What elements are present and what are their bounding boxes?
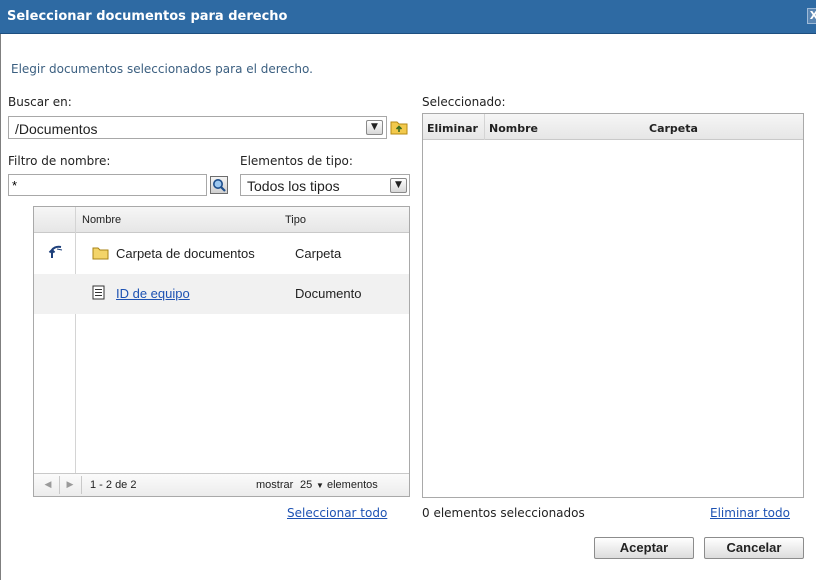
previous-page-icon[interactable]: ◀	[41, 478, 55, 492]
pager-range: 1 - 2 de 2	[90, 479, 137, 491]
page-size-value[interactable]: 25	[300, 479, 312, 491]
chevron-down-icon[interactable]: ▼	[390, 178, 407, 193]
row-type: Documento	[295, 286, 362, 301]
document-browser-grid: Nombre Tipo Carpeta de documentos Carpet…	[33, 206, 410, 497]
row-name[interactable]: Carpeta de documentos	[116, 246, 255, 261]
dialog-title-bar: Seleccionar documentos para derecho X	[0, 0, 816, 34]
select-all-link[interactable]: Seleccionar todo	[287, 506, 387, 520]
selected-grid-header: Eliminar Nombre Carpeta	[423, 114, 803, 140]
pager-items-label: elementos	[327, 479, 378, 491]
search-icon[interactable]	[210, 176, 228, 194]
column-header-name[interactable]: Nombre	[82, 214, 121, 226]
selected-items-grid: Eliminar Nombre Carpeta	[422, 113, 804, 498]
row-name-link[interactable]: ID de equipo	[116, 286, 190, 301]
selected-count-text: 0 elementos seleccionados	[422, 506, 585, 520]
column-header-remove[interactable]: Eliminar	[427, 122, 478, 135]
type-filter-select[interactable]: Todos los tipos ▼	[240, 174, 410, 196]
ok-button[interactable]: Aceptar	[594, 537, 694, 559]
row-type: Carpeta	[295, 246, 342, 261]
magnifier-icon	[213, 179, 226, 192]
search-in-value: /Documentos	[15, 121, 98, 137]
dialog-title: Seleccionar documentos para derecho	[7, 9, 288, 24]
close-icon[interactable]: X	[807, 8, 816, 24]
grid-header: Nombre Tipo	[34, 207, 409, 233]
search-in-select[interactable]: /Documentos ▼	[8, 116, 387, 139]
table-row[interactable]: Carpeta de documentos Carpeta	[34, 234, 409, 274]
dialog-intro-text: Elegir documentos seleccionados para el …	[11, 62, 313, 76]
name-filter-input[interactable]	[9, 175, 199, 195]
type-filter-value: Todos los tipos	[247, 178, 340, 194]
next-page-icon[interactable]: ▶	[63, 478, 77, 492]
search-in-label: Buscar en:	[8, 95, 72, 109]
column-header-folder[interactable]: Carpeta	[649, 122, 698, 135]
chevron-down-icon[interactable]: ▼	[316, 481, 324, 490]
folder-icon	[92, 247, 109, 260]
go-up-arrow-icon[interactable]	[48, 244, 64, 260]
folder-up-icon[interactable]	[390, 119, 408, 135]
column-header-type[interactable]: Tipo	[285, 214, 306, 226]
pager-divider	[59, 476, 60, 494]
remove-all-link[interactable]: Eliminar todo	[710, 506, 790, 520]
pager-divider	[81, 476, 82, 494]
grid-pager: ◀ ▶ 1 - 2 de 2 mostrar 25 ▼ elementos	[34, 473, 409, 496]
cancel-button[interactable]: Cancelar	[704, 537, 804, 559]
dialog-left-border	[0, 34, 1, 580]
name-filter-field[interactable]	[8, 174, 207, 196]
type-filter-label: Elementos de tipo:	[240, 154, 353, 168]
column-divider	[484, 114, 485, 140]
pager-show-label: mostrar	[256, 479, 294, 491]
column-header-name[interactable]: Nombre	[489, 122, 538, 135]
name-filter-label: Filtro de nombre:	[8, 154, 111, 168]
selected-label: Seleccionado:	[422, 95, 506, 109]
table-row[interactable]: ID de equipo Documento	[34, 274, 409, 314]
chevron-down-icon[interactable]: ▼	[366, 120, 383, 135]
document-icon	[92, 285, 105, 300]
